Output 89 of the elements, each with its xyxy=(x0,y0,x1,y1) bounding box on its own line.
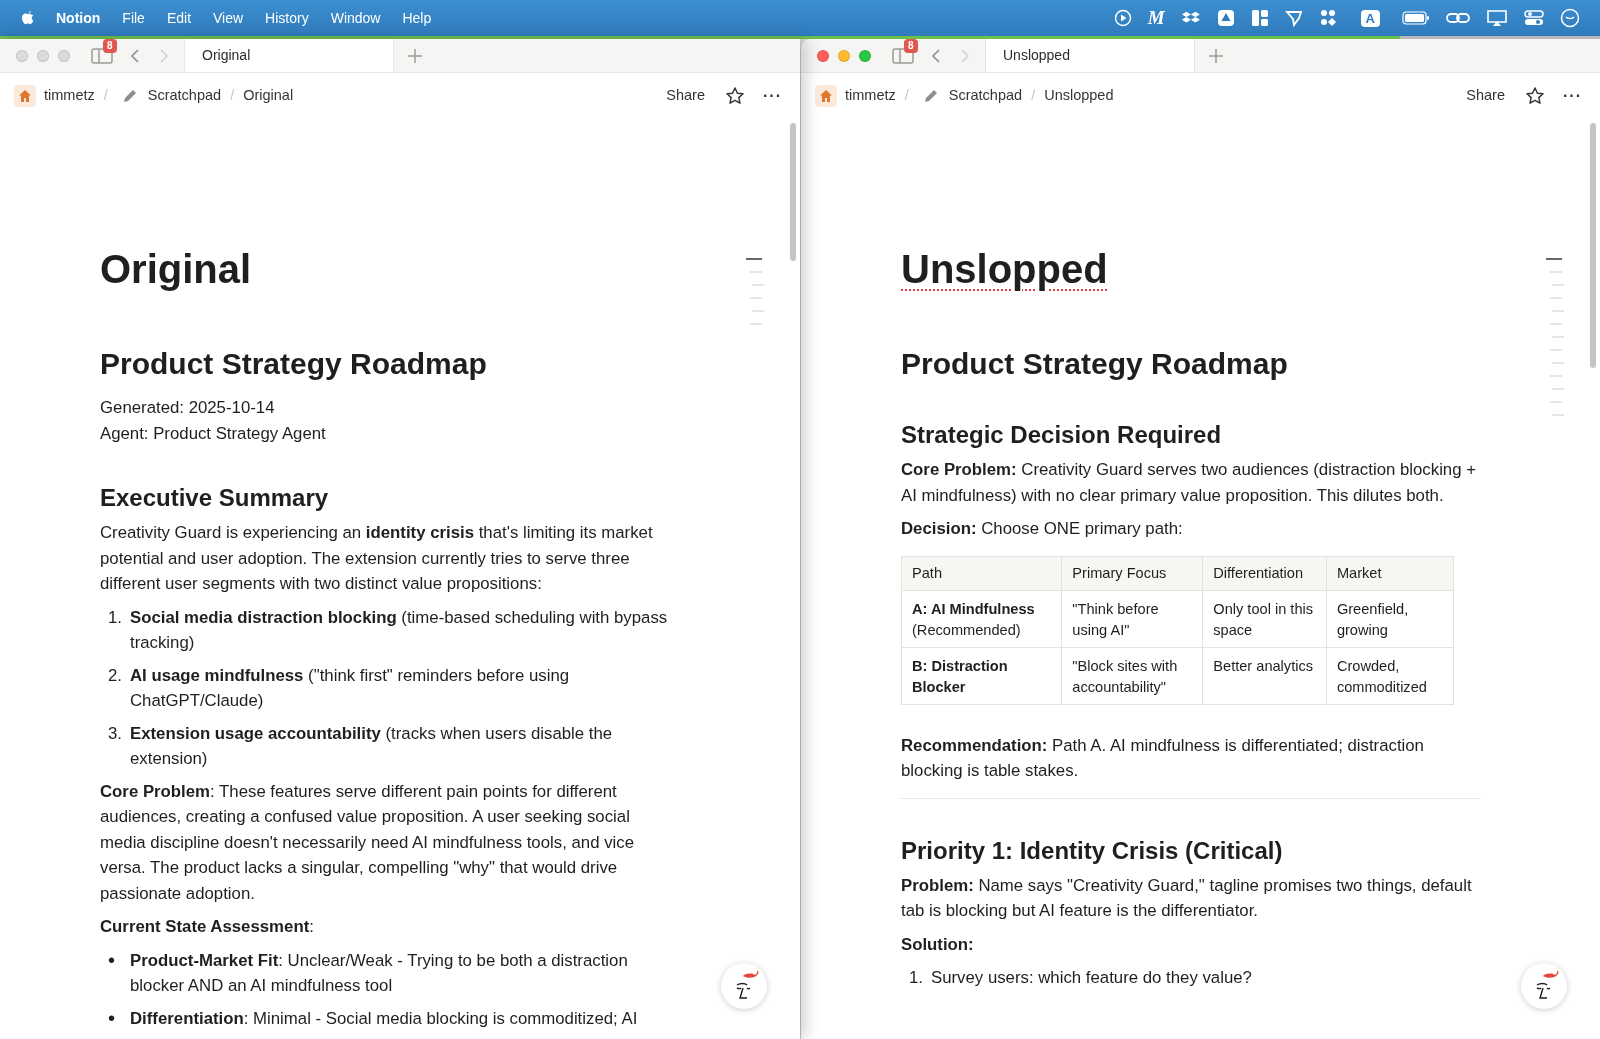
breadcrumb-separator: / xyxy=(904,86,909,106)
input-source-badge[interactable]: A xyxy=(1360,9,1380,27)
link-icon[interactable] xyxy=(1446,10,1470,26)
paragraph: Decision: Choose ONE primary path: xyxy=(901,518,1184,540)
column-header: Differentiation xyxy=(1202,556,1327,590)
browser-tab[interactable]: Original xyxy=(184,39,394,72)
triangle-square-icon[interactable] xyxy=(1216,9,1235,27)
table-cell: Better analytics xyxy=(1202,647,1327,704)
menu-item[interactable]: View xyxy=(213,7,244,29)
list-item: Social media distraction blocking (time-based scheduling with bypass tracking) xyxy=(130,606,669,654)
breadcrumb-link[interactable]: Scratchpad xyxy=(948,85,1023,107)
bullet: • xyxy=(107,1005,116,1031)
paragraph: Recommendation: Path A. AI mindfulness is differentiated; distraction blocking is table stakes. xyxy=(901,734,1425,782)
shapes-icon[interactable] xyxy=(1318,9,1337,27)
battery-icon[interactable] xyxy=(1402,11,1430,25)
bullet: • xyxy=(107,947,116,973)
table-cell: B: Distraction Blocker xyxy=(901,647,1062,704)
menu-item[interactable]: Help xyxy=(402,7,432,29)
script-letter-icon[interactable]: M xyxy=(1147,3,1165,33)
menu-item[interactable]: History xyxy=(265,7,309,29)
apple-logo-icon[interactable] xyxy=(20,9,36,27)
screen-mirroring-icon[interactable] xyxy=(1486,9,1508,27)
breadcrumb-link[interactable]: Scratchpad xyxy=(147,85,222,107)
app-menu[interactable]: Notion xyxy=(56,7,101,29)
paragraph: Current State Assessment: xyxy=(100,916,315,938)
share-button[interactable]: Share xyxy=(1466,85,1505,107)
share-button[interactable]: Share xyxy=(666,85,705,107)
breadcrumb-separator: / xyxy=(1031,86,1036,106)
table-cell: Only tool in this space xyxy=(1202,590,1327,647)
heading: Executive Summary xyxy=(100,483,330,513)
home-icon xyxy=(14,85,36,107)
page-title[interactable]: Unslopped xyxy=(901,245,1108,293)
list-item: Survey users: which feature do they value? xyxy=(931,967,1252,989)
heading: Strategic Decision Required xyxy=(901,420,1223,450)
help-button[interactable] xyxy=(1521,963,1567,1009)
star-icon[interactable] xyxy=(725,86,745,106)
menu-item[interactable]: File xyxy=(122,7,145,29)
table-cell: Greenfield, growing xyxy=(1326,590,1454,647)
table-cell: "Think before using AI" xyxy=(1061,590,1203,647)
table-cell: A: AI Mindfulness (Recommended) xyxy=(901,590,1062,647)
list-item: Product-Market Fit: Unclear/Weak - Trying to be both a distraction blocker AND an AI mindfulness tool xyxy=(130,949,629,997)
zoom-button[interactable] xyxy=(859,49,871,62)
heading: Product Strategy Roadmap xyxy=(100,346,488,382)
breadcrumb-separator: / xyxy=(230,86,235,106)
heading: Product Strategy Roadmap xyxy=(901,346,1289,382)
home-icon xyxy=(815,85,837,107)
close-button[interactable] xyxy=(817,49,829,62)
list-item: Differentiation: Minimal - Social media blocking is commoditized; AI xyxy=(130,1007,638,1030)
paragraph: Core Problem: Creativity Guard serves two audiences (distraction blocking + AI mindfulness) with no clear primary value proposition. This dilutes both. xyxy=(901,459,1477,507)
breadcrumb-link[interactable]: timmetz xyxy=(845,85,896,107)
scrollbar-thumb[interactable] xyxy=(790,123,796,261)
scrollbar-thumb[interactable] xyxy=(1590,123,1596,368)
help-button[interactable] xyxy=(721,963,767,1009)
breadcrumb-link[interactable]: Original xyxy=(243,85,294,107)
list-number: 3. xyxy=(107,722,123,745)
paragraph: Generated: 2025-10-14 xyxy=(100,397,276,419)
heading: Priority 1: Identity Crisis (Critical) xyxy=(901,835,1284,866)
play-icon[interactable] xyxy=(1113,9,1132,27)
sidebar-toggle-icon[interactable] xyxy=(91,47,113,64)
paragraph: Solution: xyxy=(901,933,975,956)
page-title[interactable]: Original xyxy=(100,245,252,293)
list-item: Extension usage accountability (tracks when users disable the extension) xyxy=(130,722,614,770)
breadcrumb-link[interactable]: Unslopped xyxy=(1044,85,1114,107)
paragraph: Problem: Name says "Creativity Guard," tagline promises two things, default tab is blocking but AI feature is the differentiator. xyxy=(901,874,1473,922)
paragraph: Agent: Product Strategy Agent xyxy=(100,422,327,445)
column-header: Primary Focus xyxy=(1061,556,1203,590)
layout-grid-icon[interactable] xyxy=(1250,9,1269,27)
breadcrumb-separator: / xyxy=(103,86,108,106)
paragraph: Core Problem: These features serve different pain points for different audiences, creating a confused value proposition. A user seeking social media discipline doesn't necessarily need AI mindfulness tools, and vice versa. The product lacks a singular, compelling "why" that would drive passionate adoption. xyxy=(100,780,635,905)
table-cell: "Block sites with accountability" xyxy=(1061,647,1203,704)
column-header: Market xyxy=(1326,556,1454,590)
list-number: 1. xyxy=(908,967,924,989)
browser-tab[interactable]: Unslopped xyxy=(985,39,1195,72)
table-cell: Crowded, commoditized xyxy=(1326,647,1454,704)
column-header: Path xyxy=(901,556,1062,590)
star-icon[interactable] xyxy=(1525,86,1545,106)
notification-badge: 8 xyxy=(103,39,117,53)
control-center-icon[interactable] xyxy=(1524,10,1544,26)
menu-item[interactable]: Edit xyxy=(166,7,191,29)
paragraph: Creativity Guard is experiencing an identity crisis that's limiting its market potential and user adoption. The extension currently tries to serve three different user segments with two distinct value propositions: xyxy=(100,522,654,595)
menu-item[interactable]: Window xyxy=(330,7,381,29)
more-options-button[interactable]: ··· xyxy=(763,84,782,108)
list-item: AI usage mindfulness ("think first" reminders before using ChatGPT/Claude) xyxy=(130,664,571,712)
breadcrumb-link[interactable]: timmetz xyxy=(44,85,95,107)
notification-badge: 8 xyxy=(904,39,918,53)
list-number: 2. xyxy=(107,664,123,687)
more-options-button[interactable]: ··· xyxy=(1563,84,1582,108)
list-number: 1. xyxy=(107,606,123,629)
sidebar-toggle-icon[interactable] xyxy=(892,47,914,64)
